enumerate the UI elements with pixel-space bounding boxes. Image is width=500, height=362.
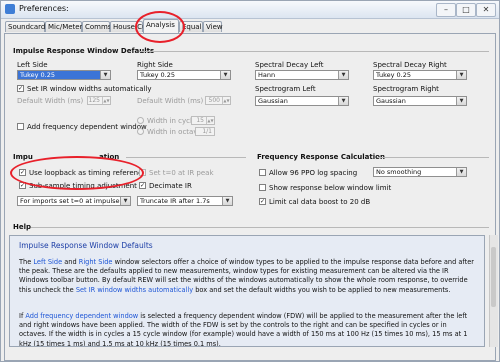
- peak-label: Set t=0 at IR peak: [149, 169, 214, 177]
- default-width-right-value: 500: [208, 97, 220, 104]
- help-text: and: [62, 258, 79, 266]
- sd-right-value: Tukey 0.25: [376, 71, 412, 79]
- boost-label: Limit cal data boost to 20 dB: [269, 198, 371, 206]
- help-paragraph-2: If Add frequency dependent window is sel…: [19, 312, 475, 346]
- spinner-arrows-icon: ▲▼: [206, 117, 214, 124]
- chevron-down-icon: ▼: [220, 71, 230, 79]
- sd-right-select[interactable]: Tukey 0.25 ▼: [373, 70, 467, 80]
- irw-heading: Impulse Response Window Defaults: [13, 47, 155, 55]
- irw-divider: [139, 51, 489, 52]
- tab-comms[interactable]: Comms: [82, 21, 111, 32]
- below-limit-label: Show response below window limit: [269, 184, 392, 192]
- help-paragraph-1: The Left Side and Right Side window sele…: [19, 258, 475, 295]
- help-divider: [31, 227, 489, 228]
- maximize-button[interactable]: □: [456, 3, 476, 17]
- truncate-select[interactable]: Truncate IR after 1.7s ▼: [137, 196, 233, 206]
- sd-right-label: Spectral Decay Right: [373, 61, 447, 69]
- app-icon: [5, 4, 15, 14]
- help-pane: Impulse Response Window Defaults The Lef…: [9, 235, 485, 347]
- freq-dep-label: Add frequency dependent window: [27, 123, 147, 131]
- chevron-down-icon: ▼: [338, 71, 348, 79]
- right-side-value: Tukey 0.25: [140, 71, 176, 79]
- sg-right-value: Gaussian: [376, 97, 406, 105]
- default-width-left-label: Default Width (ms): [17, 97, 84, 105]
- decimate-label: Decimate IR: [149, 182, 192, 190]
- chevron-down-icon: ▼: [456, 71, 466, 79]
- right-side-select[interactable]: Tukey 0.25 ▼: [137, 70, 231, 80]
- help-link-freq-dep[interactable]: Add frequency dependent window: [25, 312, 138, 320]
- default-width-right-label: Default Width (ms): [137, 97, 204, 105]
- t0-select[interactable]: For imports set t=0 at impulse peak ▼: [17, 196, 131, 206]
- frc-heading: Frequency Response Calculation: [257, 153, 385, 161]
- width-cycles-spinner: 15 ▲▼: [191, 116, 215, 125]
- impulse-divider: [126, 157, 246, 158]
- width-octaves-field: 1/1: [195, 127, 215, 136]
- auto-width-checkbox[interactable]: ✓: [17, 85, 24, 92]
- tab-soundcard[interactable]: Soundcard: [5, 21, 45, 32]
- sg-right-select[interactable]: Gaussian ▼: [373, 96, 467, 106]
- auto-width-label: Set IR window widths automatically: [27, 85, 152, 93]
- preferences-window: Preferences: – □ ✕ Soundcard Mic/Meter C…: [0, 0, 500, 362]
- left-side-value: Tukey 0.25: [20, 71, 56, 79]
- sg-left-value: Gaussian: [258, 97, 288, 105]
- window-title: Preferences:: [19, 4, 69, 13]
- default-width-left-spinner: 125 ▲▼: [87, 96, 111, 105]
- close-button[interactable]: ✕: [476, 3, 496, 17]
- t0-value: For imports set t=0 at impulse peak: [20, 197, 131, 205]
- chevron-down-icon: ▼: [338, 97, 348, 105]
- chevron-down-icon: ▼: [456, 97, 466, 105]
- sd-left-value: Hann: [258, 71, 276, 79]
- decimate-checkbox[interactable]: ✓: [139, 182, 146, 189]
- help-heading: Help: [13, 223, 32, 231]
- scrollbar-thumb[interactable]: [491, 247, 496, 307]
- help-scrollbar[interactable]: [489, 235, 498, 347]
- frc-divider: [377, 157, 489, 158]
- title-bar: Preferences: – □ ✕: [1, 1, 499, 19]
- spinner-arrows-icon: ▲▼: [102, 97, 110, 104]
- tab-view[interactable]: View: [203, 21, 223, 32]
- width-cycles-radio: [137, 117, 144, 124]
- ppo-label: Allow 96 PPO log spacing: [269, 169, 358, 177]
- spinner-arrows-icon: ▲▼: [222, 97, 230, 104]
- smoothing-value: No smoothing: [376, 168, 422, 176]
- boost-checkbox[interactable]: ✓: [259, 198, 266, 205]
- tab-mic-meter[interactable]: Mic/Meter: [45, 21, 82, 32]
- chevron-down-icon: ▼: [456, 168, 466, 176]
- freq-dep-checkbox[interactable]: [17, 123, 24, 130]
- chevron-down-icon: ▼: [120, 197, 130, 205]
- truncate-value: Truncate IR after 1.7s: [140, 197, 210, 205]
- annotation-circle-analysis-tab: [135, 11, 185, 43]
- help-text: box and set the default widths you wish …: [193, 285, 451, 294]
- left-side-label: Left Side: [17, 61, 48, 69]
- help-link-left-side[interactable]: Left Side: [33, 258, 62, 266]
- help-link-auto-width[interactable]: Set IR window widths automatically: [76, 286, 193, 294]
- width-octaves-value: 1/1: [202, 128, 212, 135]
- annotation-circle-loopback: [10, 156, 144, 190]
- sg-right-label: Spectrogram Right: [373, 85, 439, 93]
- sd-left-label: Spectral Decay Left: [255, 61, 324, 69]
- help-text: The: [19, 258, 34, 266]
- sg-left-select[interactable]: Gaussian ▼: [255, 96, 349, 106]
- width-cycles-value: 15: [196, 117, 204, 124]
- left-side-select[interactable]: Tukey 0.25 ▼: [17, 70, 111, 80]
- default-width-left-value: 125: [88, 97, 100, 104]
- tab-bar: Soundcard Mic/Meter Comms House Curv Ana…: [1, 19, 499, 33]
- sg-left-label: Spectrogram Left: [255, 85, 316, 93]
- chevron-down-icon: ▼: [100, 71, 110, 79]
- below-limit-checkbox[interactable]: [259, 184, 266, 191]
- help-title: Impulse Response Window Defaults: [19, 241, 153, 250]
- default-width-right-spinner: 500 ▲▼: [205, 96, 231, 105]
- smoothing-select[interactable]: No smoothing ▼: [373, 167, 467, 177]
- ppo-checkbox[interactable]: [259, 169, 266, 176]
- chevron-down-icon: ▼: [222, 197, 232, 205]
- width-octaves-radio: [137, 128, 144, 135]
- right-side-label: Right Side: [137, 61, 173, 69]
- sd-left-select[interactable]: Hann ▼: [255, 70, 349, 80]
- help-link-right-side[interactable]: Right Side: [79, 258, 113, 266]
- minimize-button[interactable]: –: [436, 3, 456, 17]
